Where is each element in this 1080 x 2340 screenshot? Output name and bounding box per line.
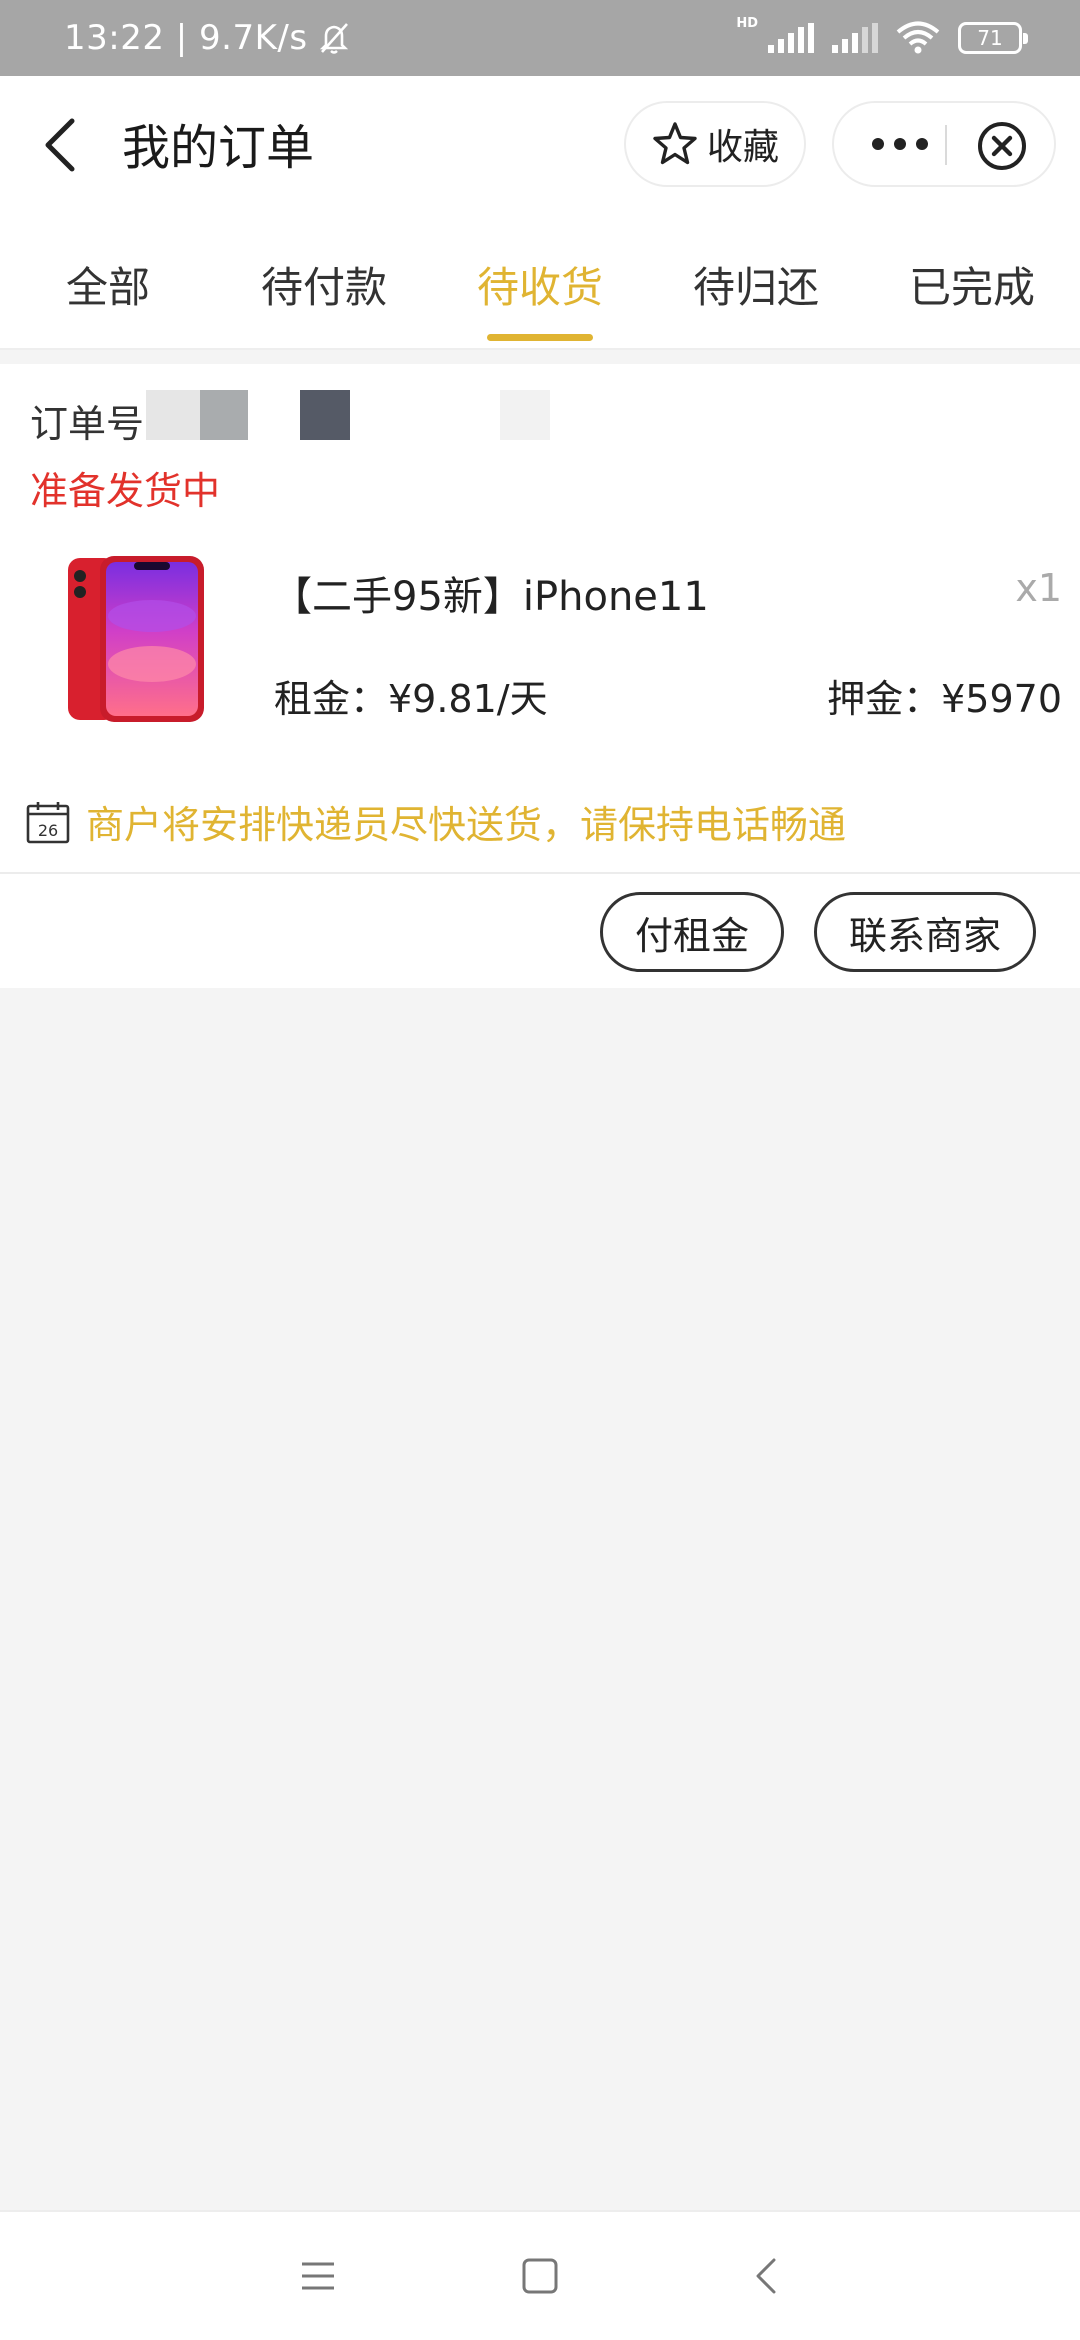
tab-pending-receipt[interactable]: 待收货 — [440, 254, 640, 315]
redacted-block — [300, 390, 350, 440]
calendar-icon: 26 — [26, 801, 70, 843]
battery-icon: 71 — [958, 22, 1028, 54]
redacted-block — [146, 390, 202, 440]
order-card[interactable]: 订单号: 准备发货中 【二手95新】iPhone11 x1 租金：¥9.81/天… — [0, 364, 1080, 988]
back-arrow-icon[interactable] — [38, 113, 88, 177]
back-chevron-icon[interactable] — [746, 2254, 790, 2298]
order-number-row: 订单号: — [30, 392, 157, 448]
order-status: 准备发货中 — [30, 469, 221, 513]
more-dots-icon[interactable] — [870, 136, 930, 152]
bell-muted-icon — [319, 23, 348, 54]
signal-icon — [832, 23, 878, 53]
product-image[interactable] — [66, 554, 206, 724]
status-time-speed: 13:22 | 9.7K/s — [64, 18, 308, 58]
tab-all[interactable]: 全部 — [8, 254, 208, 315]
order-number-label: 订单号: — [30, 401, 157, 446]
mini-program-capsule — [832, 101, 1056, 187]
header: 我的订单 收藏 — [0, 76, 1080, 214]
system-nav-bar — [0, 2210, 1080, 2340]
page-title: 我的订单 — [122, 120, 315, 176]
tab-pending-return[interactable]: 待归还 — [656, 254, 856, 315]
tab-pending-payment[interactable]: 待付款 — [224, 254, 424, 315]
wifi-icon — [896, 21, 940, 54]
status-bar: 13:22 | 9.7K/s HD 71 — [0, 0, 1080, 76]
capsule-divider — [945, 125, 947, 165]
redacted-block — [500, 390, 550, 440]
redacted-block — [200, 390, 248, 440]
calendar-day: 26 — [38, 821, 58, 840]
contact-merchant-button[interactable]: 联系商家 — [814, 892, 1036, 972]
status-right: HD 71 — [736, 0, 1028, 76]
rent-price: 租金：¥9.81/天 — [274, 677, 548, 721]
battery-level: 71 — [977, 26, 1003, 50]
notice-text: 商户将安排快递员尽快送货，请保持电话畅通 — [86, 803, 847, 847]
home-square-icon[interactable] — [518, 2254, 562, 2298]
product-quantity: x1 — [1015, 566, 1062, 610]
card-divider — [0, 872, 1080, 874]
tab-completed[interactable]: 已完成 — [872, 254, 1072, 315]
favorite-label: 收藏 — [706, 127, 779, 168]
star-icon — [653, 122, 697, 165]
status-left: 13:22 | 9.7K/s — [64, 0, 354, 76]
order-tabs: 全部 待付款 待收货 待归还 已完成 — [0, 214, 1080, 350]
delivery-notice: 26 商户将安排快递员尽快送货，请保持电话畅通 — [26, 794, 846, 849]
active-tab-indicator — [487, 334, 593, 341]
close-circle-icon[interactable] — [976, 120, 1028, 172]
signal-icon — [768, 23, 814, 53]
pay-rent-button[interactable]: 付租金 — [600, 892, 784, 972]
favorite-button[interactable]: 收藏 — [624, 101, 806, 187]
deposit-price: 押金：¥5970 — [827, 677, 1062, 721]
product-name: 【二手95新】iPhone11 — [272, 574, 709, 620]
menu-icon[interactable] — [296, 2254, 340, 2298]
hd-label: HD — [736, 16, 758, 31]
